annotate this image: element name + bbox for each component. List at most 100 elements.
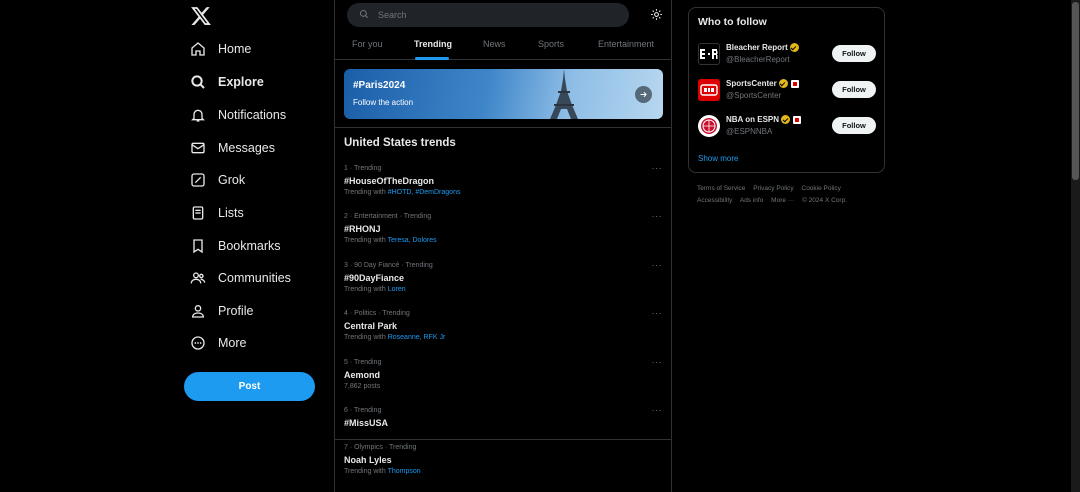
- account-name: SportsCenter: [726, 79, 777, 88]
- trend-meta: 1 · Trending: [344, 165, 382, 172]
- bell-icon: [190, 107, 206, 123]
- panel-title: Who to follow: [698, 16, 767, 28]
- trend-meta: 3 · 90 Day Fiancé · Trending: [344, 262, 433, 269]
- footer-link-accessibility[interactable]: Accessibility: [697, 197, 732, 204]
- account-handle: @SportsCenter: [726, 91, 782, 100]
- nav-label: Lists: [218, 206, 244, 220]
- active-tab-indicator: [415, 57, 449, 60]
- trend-meta: 7 · Olympics · Trending: [344, 444, 417, 451]
- trend-sub: Trending with Roseanne, RFK Jr: [344, 334, 445, 341]
- trend-meta: 2 · Entertainment · Trending: [344, 213, 432, 220]
- person-icon: [190, 303, 206, 319]
- nav-item-grok[interactable]: Grok: [190, 167, 245, 193]
- suggested-account[interactable]: NBA on ESPN @ESPNNBA Follow: [698, 113, 878, 139]
- people-icon: [190, 270, 206, 286]
- trend-related-links[interactable]: Teresa, Dolores: [388, 237, 437, 244]
- nav-label: Notifications: [218, 108, 287, 122]
- more-options-icon[interactable]: ···: [652, 308, 663, 318]
- nav-item-more[interactable]: More: [190, 330, 246, 356]
- trend-sub: Trending with #HOTD, #DemDragons: [344, 189, 460, 196]
- follow-button[interactable]: Follow: [832, 81, 876, 98]
- trend-post-count: 7,862 posts: [344, 383, 381, 390]
- trend-sub: Trending with Thompson: [344, 468, 421, 475]
- verified-badge-icon: [781, 115, 791, 124]
- post-button[interactable]: Post: [184, 372, 315, 401]
- trend-sub: Trending with Loren: [344, 286, 406, 293]
- trend-item[interactable]: 3 · 90 Day Fiancé · Trending #90DayFianc…: [344, 260, 664, 302]
- scrollbar-thumb[interactable]: [1072, 2, 1079, 180]
- tab-trending[interactable]: Trending: [414, 39, 452, 49]
- tab-for-you[interactable]: For you: [352, 39, 383, 49]
- nav-item-explore[interactable]: Explore: [190, 69, 264, 95]
- nav-label: Grok: [218, 173, 246, 187]
- search-icon: [190, 74, 206, 90]
- more-options-icon[interactable]: ···: [652, 211, 663, 221]
- trend-name: #HouseOfTheDragon: [344, 176, 435, 186]
- trend-sub-prefix: Trending with: [344, 237, 386, 244]
- affiliate-badge-icon: [790, 79, 799, 88]
- trend-item[interactable]: 4 · Politics · Trending Central Park Tre…: [344, 308, 664, 350]
- footer-link-cookies[interactable]: Cookie Policy: [802, 185, 841, 192]
- more-options-icon[interactable]: ···: [652, 405, 663, 415]
- trend-related-links[interactable]: #HOTD, #DemDragons: [388, 189, 461, 196]
- search-placeholder: Search: [378, 10, 407, 20]
- trend-item[interactable]: 2 · Entertainment · Trending #RHONJ Tren…: [344, 211, 664, 253]
- trend-item[interactable]: 6 · Trending #MissUSA ···: [344, 405, 664, 447]
- footer-link-more[interactable]: More ···: [771, 197, 794, 204]
- footer-link-terms[interactable]: Terms of Service: [697, 185, 745, 192]
- nav-label: More: [218, 336, 247, 350]
- search-input[interactable]: Search: [347, 3, 629, 27]
- account-name-row[interactable]: Bleacher Report: [726, 43, 799, 52]
- avatar[interactable]: [698, 79, 720, 101]
- follow-button[interactable]: Follow: [832, 45, 876, 62]
- account-handle: @ESPNNBA: [726, 127, 773, 136]
- trend-sub: Trending with Teresa, Dolores: [344, 237, 437, 244]
- page-scrollbar[interactable]: [1071, 0, 1080, 492]
- nav-item-communities[interactable]: Communities: [190, 265, 291, 291]
- tab-sports[interactable]: Sports: [538, 39, 564, 49]
- gear-icon[interactable]: [650, 8, 664, 22]
- copyright: © 2024 X Corp.: [802, 197, 847, 204]
- home-icon: [190, 41, 206, 57]
- trend-related-links[interactable]: Thompson: [388, 468, 421, 475]
- trend-related-links[interactable]: Loren: [388, 286, 406, 293]
- trend-item[interactable]: 7 · Olympics · Trending Noah Lyles Trend…: [344, 444, 664, 484]
- trend-name: #90DayFiance: [344, 273, 405, 283]
- envelope-icon: [190, 140, 206, 156]
- footer-link-privacy[interactable]: Privacy Policy: [753, 185, 793, 192]
- x-logo-icon[interactable]: [190, 5, 212, 27]
- verified-badge-icon: [778, 79, 788, 88]
- trend-sub-prefix: Trending with: [344, 189, 386, 196]
- nav-item-lists[interactable]: Lists: [190, 200, 244, 226]
- nav-item-bookmarks[interactable]: Bookmarks: [190, 233, 281, 259]
- bleacher-report-logo-icon: [700, 49, 718, 59]
- avatar[interactable]: [698, 43, 720, 65]
- more-options-icon[interactable]: ···: [652, 163, 663, 173]
- account-name-row[interactable]: SportsCenter: [726, 79, 799, 88]
- trend-related-links[interactable]: Roseanne, RFK Jr: [388, 334, 446, 341]
- suggested-account[interactable]: SportsCenter @SportsCenter Follow: [698, 77, 878, 103]
- arrow-right-icon[interactable]: [635, 86, 652, 103]
- show-more-link[interactable]: Show more: [698, 154, 738, 163]
- nav-item-profile[interactable]: Profile: [190, 298, 253, 324]
- nav-label: Home: [218, 42, 252, 56]
- follow-button[interactable]: Follow: [832, 117, 876, 134]
- more-options-icon[interactable]: ···: [652, 260, 663, 270]
- sportscenter-logo-icon: [700, 84, 718, 96]
- tab-news[interactable]: News: [483, 39, 506, 49]
- trend-name: Aemond: [344, 370, 380, 380]
- account-name-row[interactable]: NBA on ESPN: [726, 115, 802, 124]
- more-options-icon[interactable]: ···: [652, 357, 663, 367]
- nav-item-notifications[interactable]: Notifications: [190, 102, 286, 128]
- avatar[interactable]: [698, 115, 720, 137]
- suggested-account[interactable]: Bleacher Report @BleacherReport Follow: [698, 41, 878, 67]
- event-banner[interactable]: #Paris2024 Follow the action: [344, 69, 663, 119]
- footer-link-ads-info[interactable]: Ads info: [740, 197, 764, 204]
- banner-subtitle: Follow the action: [353, 98, 414, 107]
- trend-item[interactable]: 5 · Trending Aemond 7,862 posts ···: [344, 357, 664, 399]
- trend-item[interactable]: 1 · Trending #HouseOfTheDragon Trending …: [344, 163, 664, 205]
- nav-item-messages[interactable]: Messages: [190, 135, 275, 161]
- left-navigation: Home Explore Notifications Messages Grok…: [180, 0, 330, 492]
- tab-entertainment[interactable]: Entertainment: [598, 39, 654, 49]
- nav-item-home[interactable]: Home: [190, 36, 251, 62]
